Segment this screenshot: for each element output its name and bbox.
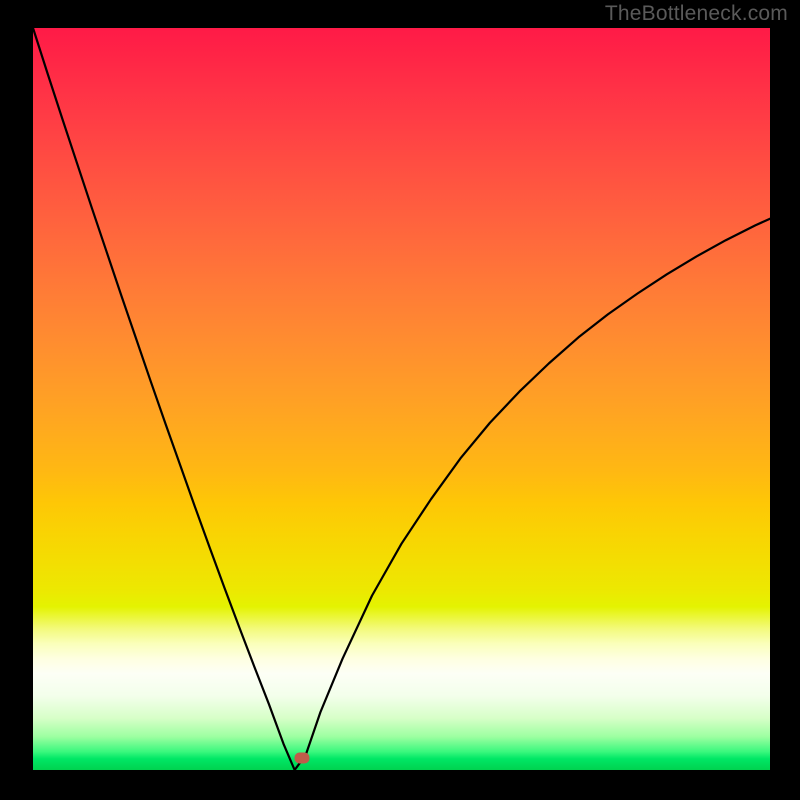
- watermark-text: TheBottleneck.com: [605, 2, 788, 26]
- optimal-point-marker: [295, 753, 310, 764]
- plot-area: [33, 28, 770, 770]
- bottleneck-curve: [33, 28, 770, 770]
